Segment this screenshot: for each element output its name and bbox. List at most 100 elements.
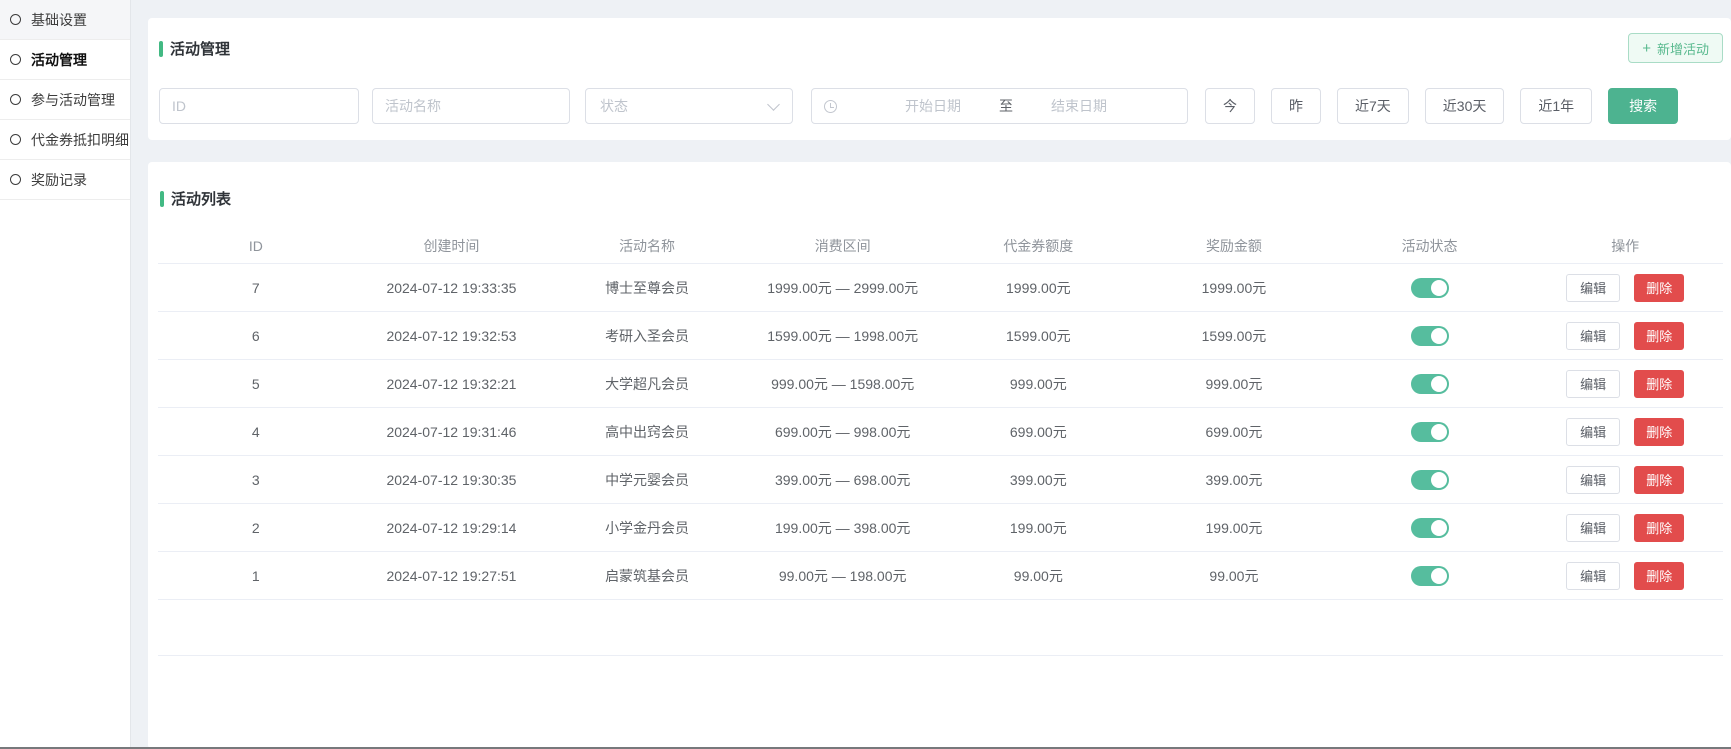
cell-id: 7 [158, 264, 354, 312]
edit-button[interactable]: 编辑 [1566, 274, 1620, 302]
cell-created-at: 2024-07-12 19:32:21 [354, 360, 550, 408]
add-activity-button[interactable]: + 新增活动 [1628, 33, 1723, 63]
quick-range-button[interactable]: 近7天 [1337, 88, 1409, 124]
cell-voucher-amount: 1599.00元 [941, 312, 1137, 360]
status-toggle[interactable] [1411, 518, 1449, 538]
cell-actions: 编辑 删除 [1527, 360, 1723, 408]
cell-status [1332, 456, 1528, 504]
cell-created-at: 2024-07-12 19:32:53 [354, 312, 550, 360]
table-row: 7 2024-07-12 19:33:35 博士至尊会员 1999.00元 — … [158, 264, 1723, 312]
cell-consume-range: 1999.00元 — 2999.00元 [745, 264, 941, 312]
delete-button[interactable]: 删除 [1634, 418, 1684, 446]
search-button[interactable]: 搜索 [1608, 88, 1678, 124]
cell-status [1332, 312, 1528, 360]
cell-id: 5 [158, 360, 354, 408]
toggle-knob [1431, 520, 1447, 536]
cell-actions: 编辑 删除 [1527, 504, 1723, 552]
sidebar-item-label: 奖励记录 [31, 170, 87, 190]
cell-created-at: 2024-07-12 19:31:46 [354, 408, 550, 456]
status-toggle[interactable] [1411, 566, 1449, 586]
cell-actions: 编辑 删除 [1527, 408, 1723, 456]
quick-range-button[interactable]: 近30天 [1425, 88, 1505, 124]
edit-button[interactable]: 编辑 [1566, 418, 1620, 446]
delete-button[interactable]: 删除 [1634, 370, 1684, 398]
status-toggle[interactable] [1411, 326, 1449, 346]
cell-reward-amount: 199.00元 [1136, 504, 1332, 552]
cell-actions: 编辑 删除 [1527, 312, 1723, 360]
delete-button[interactable]: 删除 [1634, 562, 1684, 590]
status-select-placeholder: 状态 [600, 96, 628, 116]
activity-name-input[interactable] [372, 88, 570, 124]
cell-created-at: 2024-07-12 19:33:35 [354, 264, 550, 312]
sidebar-item-4[interactable]: 代金券抵扣明细 [0, 120, 130, 160]
table-row: 6 2024-07-12 19:32:53 考研入圣会员 1599.00元 — … [158, 312, 1723, 360]
status-toggle[interactable] [1411, 374, 1449, 394]
column-header: 操作 [1527, 229, 1723, 264]
table-row: 2 2024-07-12 19:29:14 小学金丹会员 199.00元 — 3… [158, 504, 1723, 552]
cell-consume-range: 99.00元 — 198.00元 [745, 552, 941, 600]
cell-activity-name: 小学金丹会员 [549, 504, 745, 552]
chevron-down-icon [767, 98, 780, 111]
date-range-separator: 至 [999, 96, 1013, 116]
quick-range-button[interactable]: 今 [1205, 88, 1255, 124]
circle-icon [10, 94, 21, 105]
id-input[interactable] [159, 88, 359, 124]
cell-consume-range: 699.00元 — 998.00元 [745, 408, 941, 456]
sidebar-item-label: 代金券抵扣明细 [31, 130, 129, 150]
status-select[interactable]: 状态 [585, 88, 793, 124]
cell-actions: 编辑 删除 [1527, 456, 1723, 504]
delete-button[interactable]: 删除 [1634, 274, 1684, 302]
cell-consume-range: 999.00元 — 1598.00元 [745, 360, 941, 408]
filter-card: 活动管理 + 新增活动 状态 开始日期 至 结束日期 今昨近7天近30天近1年 [148, 18, 1731, 140]
activity-list-card: 活动列表 ID创建时间活动名称消费区间代金券额度奖励金额活动状态操作 7 202… [148, 162, 1731, 749]
cell-reward-amount: 1999.00元 [1136, 264, 1332, 312]
sidebar-item-3[interactable]: 参与活动管理 [0, 80, 130, 120]
edit-button[interactable]: 编辑 [1566, 466, 1620, 494]
edit-button[interactable]: 编辑 [1566, 322, 1620, 350]
sidebar-item-label: 活动管理 [31, 50, 87, 70]
cell-status [1332, 360, 1528, 408]
cell-status [1332, 504, 1528, 552]
cell-voucher-amount: 99.00元 [941, 552, 1137, 600]
toggle-knob [1431, 280, 1447, 296]
cell-status [1332, 552, 1528, 600]
toggle-knob [1431, 376, 1447, 392]
edit-button[interactable]: 编辑 [1566, 514, 1620, 542]
status-toggle[interactable] [1411, 470, 1449, 490]
cell-status [1332, 408, 1528, 456]
cell-activity-name: 高中出窍会员 [549, 408, 745, 456]
sidebar-item-5[interactable]: 奖励记录 [0, 160, 130, 200]
cell-id: 2 [158, 504, 354, 552]
cell-consume-range: 1599.00元 — 1998.00元 [745, 312, 941, 360]
title-accent-bar [159, 41, 163, 57]
sidebar-item-2[interactable]: 活动管理 [0, 40, 130, 80]
sidebar-item-label: 参与活动管理 [31, 90, 115, 110]
quick-range-button[interactable]: 昨 [1271, 88, 1321, 124]
edit-button[interactable]: 编辑 [1566, 562, 1620, 590]
column-header: 代金券额度 [941, 229, 1137, 264]
table-card-title: 活动列表 [160, 188, 1731, 209]
cell-actions: 编辑 删除 [1527, 552, 1723, 600]
cell-reward-amount: 1599.00元 [1136, 312, 1332, 360]
quick-range-buttons: 今昨近7天近30天近1年 [1205, 88, 1592, 124]
quick-range-button[interactable]: 近1年 [1520, 88, 1592, 124]
circle-icon [10, 174, 21, 185]
start-date-placeholder: 开始日期 [905, 96, 961, 116]
cell-reward-amount: 399.00元 [1136, 456, 1332, 504]
sidebar-item-1[interactable]: 基础设置 [0, 0, 130, 40]
status-toggle[interactable] [1411, 422, 1449, 442]
delete-button[interactable]: 删除 [1634, 322, 1684, 350]
cell-voucher-amount: 999.00元 [941, 360, 1137, 408]
cell-activity-name: 启蒙筑基会员 [549, 552, 745, 600]
delete-button[interactable]: 删除 [1634, 514, 1684, 542]
status-toggle[interactable] [1411, 278, 1449, 298]
date-range-picker[interactable]: 开始日期 至 结束日期 [811, 88, 1188, 124]
filter-card-title: 活动管理 [159, 38, 1731, 59]
toggle-knob [1431, 424, 1447, 440]
cell-reward-amount: 999.00元 [1136, 360, 1332, 408]
table-header-row: ID创建时间活动名称消费区间代金券额度奖励金额活动状态操作 [158, 229, 1723, 264]
cell-voucher-amount: 199.00元 [941, 504, 1137, 552]
cell-voucher-amount: 699.00元 [941, 408, 1137, 456]
edit-button[interactable]: 编辑 [1566, 370, 1620, 398]
delete-button[interactable]: 删除 [1634, 466, 1684, 494]
